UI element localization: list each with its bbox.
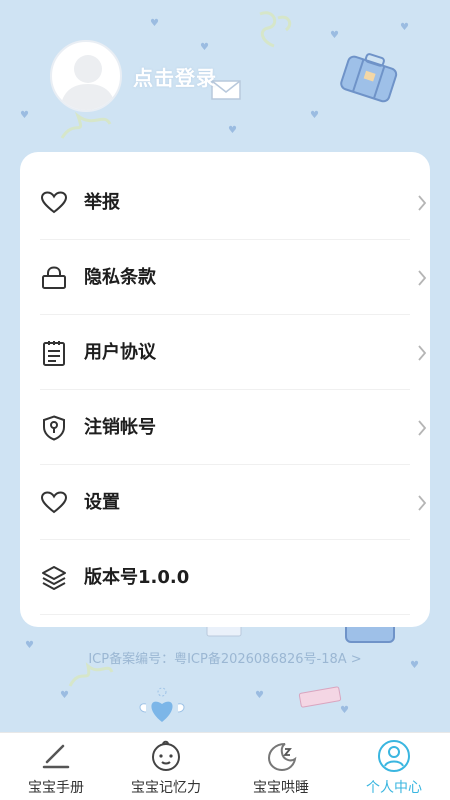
tab-label: 个人中心: [366, 780, 422, 796]
menu-item-settings[interactable]: 设置: [40, 465, 430, 540]
menu-item-label: 设置: [84, 492, 120, 513]
menu-item-label: 注销帐号: [84, 417, 156, 438]
menu-item-user-agreement[interactable]: 用户协议: [40, 315, 430, 390]
tab-personal-center[interactable]: 个人中心: [338, 733, 450, 800]
menu-item-delete-account[interactable]: 注销帐号: [40, 390, 430, 465]
tab-label: 宝宝哄睡: [253, 780, 309, 796]
pen-icon: [38, 739, 74, 773]
person-icon: [376, 739, 412, 773]
moon-icon: [263, 739, 299, 773]
tab-label: 宝宝手册: [28, 780, 84, 796]
heart-icon: [40, 489, 68, 517]
clipboard-icon: [40, 339, 68, 367]
version-label: 版本号1.0.0: [84, 567, 190, 588]
menu-item-label: 举报: [84, 192, 120, 213]
winged-heart-decoration: [139, 687, 185, 722]
chevron-right-icon: [414, 266, 430, 290]
heart-icon: [40, 189, 68, 217]
menu-item-label: 隐私条款: [84, 267, 156, 288]
avatar[interactable]: [50, 40, 122, 112]
menu-item-report[interactable]: 举报: [40, 165, 430, 240]
layers-icon: [40, 564, 68, 592]
profile-header: 点击登录: [0, 0, 450, 150]
default-avatar-icon: [60, 55, 116, 110]
chevron-right-icon: [414, 416, 430, 440]
shield-icon: [40, 414, 68, 442]
chevron-right-icon: [414, 191, 430, 215]
bottom-tab-bar: 宝宝手册 宝宝记忆力 宝宝哄睡 个人中心: [0, 732, 450, 800]
chevron-right-icon: [414, 341, 430, 365]
icp-record-link[interactable]: ICP备案编号：粤ICP备2026086826号-18A >: [0, 648, 450, 667]
menu-item-privacy[interactable]: 隐私条款: [40, 240, 430, 315]
menu-item-label: 用户协议: [84, 342, 156, 363]
divider: [40, 614, 410, 615]
lock-icon: [40, 264, 68, 292]
menu-card: 举报 隐私条款 用户协议 注销帐号 设置 版本号1.0.0: [20, 152, 430, 627]
tab-label: 宝宝记忆力: [131, 780, 201, 796]
tab-baby-sleep[interactable]: 宝宝哄睡: [225, 733, 337, 800]
baby-face-icon: [148, 739, 184, 773]
menu-item-version: 版本号1.0.0: [40, 540, 430, 615]
login-link[interactable]: 点击登录: [133, 62, 217, 91]
tab-baby-memory[interactable]: 宝宝记忆力: [110, 733, 222, 800]
ticket-decoration: [298, 686, 342, 708]
tab-baby-handbook[interactable]: 宝宝手册: [0, 733, 112, 800]
chevron-right-icon: [414, 491, 430, 515]
